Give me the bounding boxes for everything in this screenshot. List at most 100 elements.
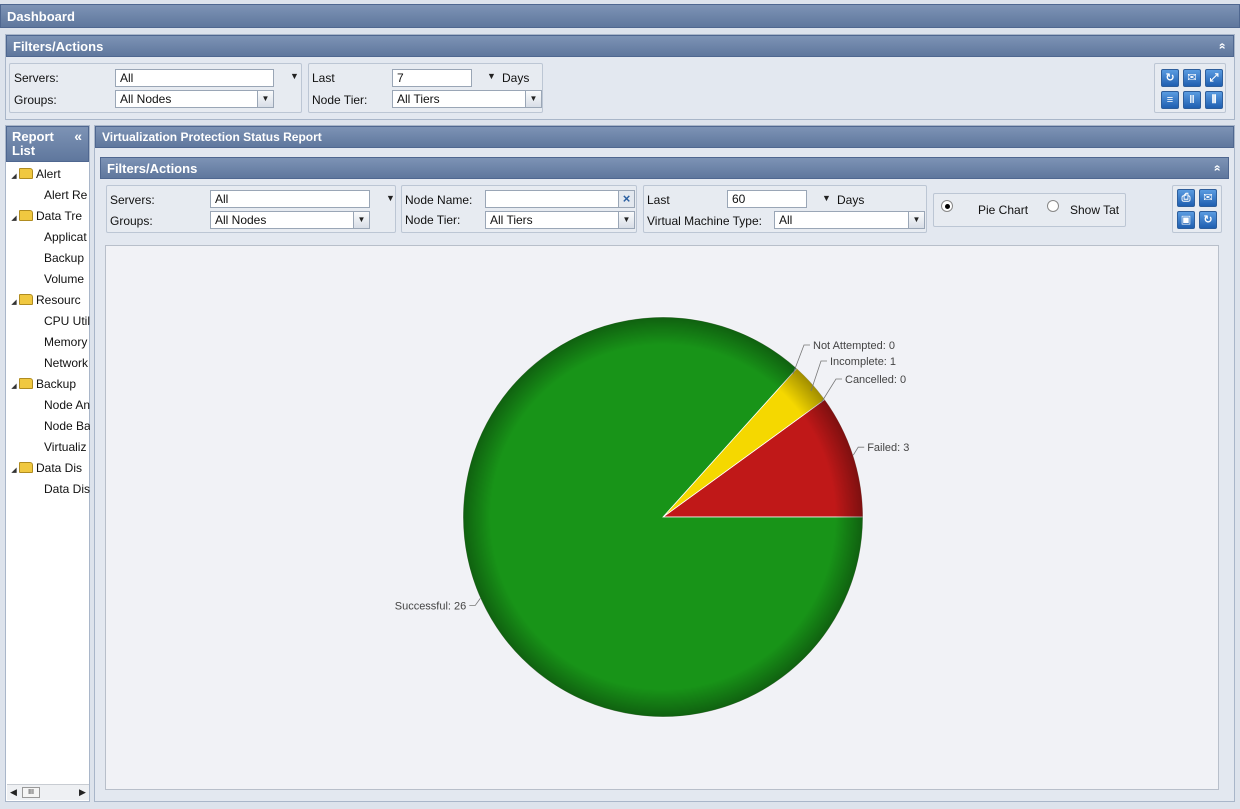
collapse-left-icon[interactable]: « (74, 129, 82, 143)
tree-item-label: Volume (44, 272, 85, 286)
pie-chart-label[interactable]: Pie Chart (978, 203, 1028, 217)
layout-three-column-icon[interactable]: ⫴ (1205, 91, 1223, 109)
tree-item[interactable]: Backup (6, 248, 84, 269)
tree-folder[interactable]: ◢ Resourc (6, 290, 80, 313)
report-tree: ◢ Alert Alert Re ◢ Data Tre Applicat Backup Vol… (6, 164, 90, 784)
expand-triangle-icon[interactable]: ◢ (9, 166, 19, 187)
node-tier-label: Node Tier: (405, 213, 461, 227)
chevron-down-icon[interactable]: ▼ (908, 212, 924, 228)
tree-item-label: Node Ba (44, 419, 90, 433)
vm-type-select[interactable]: All ▼ (774, 211, 925, 229)
pie-shading (463, 317, 863, 717)
tree-item[interactable]: Node Ba (6, 416, 90, 437)
pie-label-incomplete: Incomplete: 1 (830, 356, 896, 368)
tree-item-label: Data Dis (44, 482, 90, 496)
top-filters-header[interactable]: Filters/Actions » (6, 35, 1234, 57)
tree-folder[interactable]: ◢ Data Tre (6, 206, 82, 227)
tree-item-label: Alert Re (44, 188, 88, 202)
tree-item-label: Memory (44, 335, 88, 349)
tree-item[interactable]: Virtualiz (6, 437, 86, 458)
servers-field[interactable]: All (115, 69, 274, 87)
chevron-down-icon[interactable]: ▼ (618, 212, 634, 228)
last-days-input[interactable]: 60 (727, 190, 807, 208)
report-filters-title: Filters/Actions (107, 161, 198, 176)
vm-type-label: Virtual Machine Type: (647, 214, 762, 228)
scroll-left-icon[interactable]: ◀ (10, 787, 17, 798)
expand-triangle-icon[interactable]: ◢ (9, 460, 19, 481)
pie-label-not-attempted: Not Attempted: 0 (813, 340, 895, 352)
tree-item[interactable]: Data Dis (6, 479, 90, 500)
tree-item-label: Alert (36, 167, 61, 181)
days-label: Days (837, 193, 865, 207)
tree-item[interactable]: Volume (6, 269, 84, 290)
top-filters-title: Filters/Actions (13, 39, 104, 54)
save-icon[interactable]: ▣ (1177, 211, 1195, 229)
vm-type-value: All (779, 213, 793, 227)
tree-item[interactable]: Network (6, 353, 88, 374)
sidebar-horizontal-scrollbar[interactable]: ◀ III ▶ (7, 784, 89, 800)
node-name-label: Node Name: (405, 193, 473, 207)
node-name-input[interactable]: × (485, 190, 635, 208)
pie-chart-radio[interactable] (941, 200, 953, 212)
dashboard-title: Dashboard (7, 9, 75, 24)
dashboard-title-bar: Dashboard (0, 4, 1240, 28)
last-days-input[interactable]: 7 (392, 69, 472, 87)
groups-label: Groups: (14, 93, 57, 107)
tree-item-label: Data Dis (36, 461, 83, 475)
tree-item-label: Applicat (44, 230, 87, 244)
scroll-right-icon[interactable]: ▶ (79, 787, 86, 798)
tree-item[interactable]: Alert Re (6, 185, 87, 206)
email-icon[interactable]: ✉ (1199, 189, 1217, 207)
servers-field[interactable]: All (210, 190, 370, 208)
tree-item[interactable]: Node An (6, 395, 90, 416)
days-dropdown-arrow-icon[interactable]: ▼ (822, 193, 831, 203)
tree-item-label: Node An (44, 398, 90, 412)
tree-folder[interactable]: ◢ Alert (6, 164, 61, 187)
expand-triangle-icon[interactable]: ◢ (9, 292, 19, 313)
collapse-up-icon[interactable]: » (1210, 165, 1224, 172)
folder-icon (19, 168, 33, 179)
chevron-down-icon[interactable]: ▼ (525, 91, 541, 107)
node-tier-select[interactable]: All Tiers ▼ (485, 211, 635, 229)
groups-select[interactable]: All Nodes ▼ (115, 90, 274, 108)
chevron-down-icon[interactable]: ▼ (353, 212, 369, 228)
pie-leader-line (852, 446, 865, 456)
folder-icon (19, 294, 33, 305)
layout-single-icon[interactable]: ≡ (1161, 91, 1179, 109)
collapse-up-icon[interactable]: » (1215, 43, 1229, 50)
folder-icon (19, 210, 33, 221)
pie-label-cancelled: Cancelled: 0 (845, 374, 906, 386)
servers-dropdown-arrow-icon[interactable]: ▼ (290, 71, 299, 81)
export-icon[interactable]: ⤢ (1205, 69, 1223, 87)
tree-item[interactable]: Memory (6, 332, 87, 353)
chart-area: Failed: 3 Cancelled: 0 Incomplete: 1 Not At… (105, 245, 1219, 790)
show-table-label[interactable]: Show Tat (1070, 203, 1119, 217)
top-servers-group: Servers: All ▼ Groups: All Nodes ▼ (9, 63, 302, 113)
print-icon[interactable]: ⎙ (1177, 189, 1195, 207)
folder-icon (19, 378, 33, 389)
groups-value: All Nodes (120, 92, 172, 106)
chevron-down-icon[interactable]: ▼ (257, 91, 273, 107)
expand-triangle-icon[interactable]: ◢ (9, 376, 19, 397)
clear-icon[interactable]: × (618, 191, 634, 207)
report-period-group: Last 60 ▼ Days Virtual Machine Type: All… (643, 185, 927, 233)
node-tier-label: Node Tier: (312, 93, 368, 107)
scroll-thumb[interactable]: III (22, 787, 40, 798)
node-tier-select[interactable]: All Tiers ▼ (392, 90, 542, 108)
refresh-icon[interactable]: ↻ (1161, 69, 1179, 87)
days-dropdown-arrow-icon[interactable]: ▼ (487, 71, 496, 81)
groups-select[interactable]: All Nodes ▼ (210, 211, 370, 229)
tree-folder[interactable]: ◢ Backup (6, 374, 76, 395)
show-table-radio[interactable] (1047, 200, 1060, 212)
refresh-icon[interactable]: ↻ (1199, 211, 1217, 229)
report-title: Virtualization Protection Status Report (102, 130, 322, 144)
tree-folder[interactable]: ◢ Data Dis (6, 458, 82, 479)
expand-triangle-icon[interactable]: ◢ (9, 208, 19, 229)
servers-dropdown-arrow-icon[interactable]: ▼ (386, 193, 395, 203)
report-filters-header[interactable]: Filters/Actions » (100, 157, 1229, 179)
tree-item[interactable]: CPU Util (6, 311, 90, 332)
email-icon[interactable]: ✉ (1183, 69, 1201, 87)
pie-label-failed: Failed: 3 (867, 442, 909, 454)
tree-item[interactable]: Applicat (6, 227, 87, 248)
layout-two-column-icon[interactable]: ‖ (1183, 91, 1201, 109)
